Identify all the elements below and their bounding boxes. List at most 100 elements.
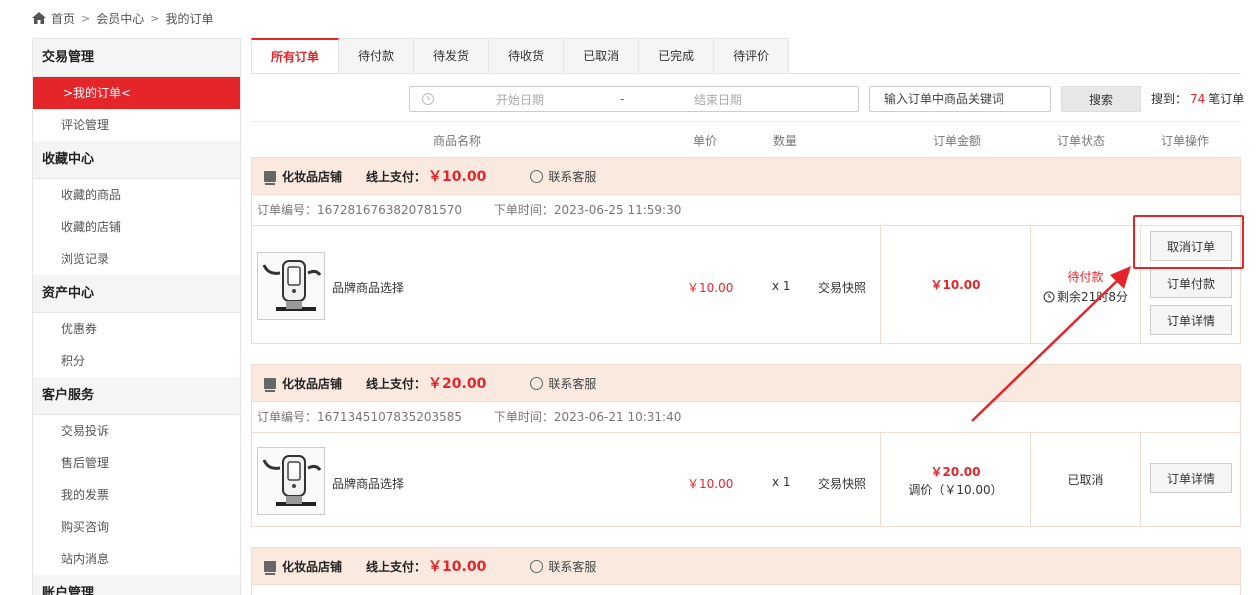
sidebar-item-my-orders[interactable]: >我的订单< bbox=[33, 77, 240, 109]
order-item-row: 品牌商品选择 ￥10.00 x 1 交易快照 ￥10.00 待付款 剩余21时8… bbox=[252, 226, 1240, 343]
shop-name[interactable]: 化妆品店铺 bbox=[282, 558, 342, 575]
sidebar-group-favorites: 收藏中心 bbox=[33, 141, 240, 179]
result-prefix: 搜到： bbox=[1151, 92, 1188, 106]
product-thumbnail[interactable] bbox=[257, 252, 325, 320]
tab-completed[interactable]: 已完成 bbox=[639, 38, 715, 74]
product-image-icon bbox=[262, 260, 322, 311]
search-result-count: 搜到： 74 笔订单 bbox=[1151, 86, 1244, 112]
product-name[interactable]: 品牌商品选择 bbox=[332, 475, 404, 492]
end-date-input[interactable]: 结束日期 bbox=[694, 91, 742, 108]
payment-amount: ￥20.00 bbox=[428, 376, 487, 392]
sidebar-item-coupons[interactable]: 优惠券 bbox=[33, 313, 240, 345]
trade-snapshot-link[interactable]: 交易快照 bbox=[818, 279, 866, 296]
payment-amount: ￥10.00 bbox=[428, 169, 487, 185]
sidebar-item-invoices[interactable]: 我的发票 bbox=[33, 479, 240, 511]
order-shop-bar: 化妆品店铺 线上支付： ￥20.00 联系客服 bbox=[252, 365, 1240, 402]
price-adjustment: 调价（￥10.00） bbox=[908, 483, 1003, 497]
order-status: 待付款 bbox=[1067, 270, 1104, 284]
product-thumbnail[interactable] bbox=[257, 447, 325, 515]
contact-service-label: 联系客服 bbox=[548, 559, 597, 574]
breadcrumb-separator: > bbox=[81, 11, 91, 25]
payment-label: 线上支付： bbox=[366, 559, 427, 574]
home-icon bbox=[32, 12, 46, 24]
sidebar-item-history[interactable]: 浏览记录 bbox=[33, 243, 240, 275]
sidebar-item-points[interactable]: 积分 bbox=[33, 345, 240, 377]
contact-service-link[interactable]: 联系客服 bbox=[530, 558, 596, 575]
headset-icon bbox=[530, 376, 544, 390]
tab-pending-shipment[interactable]: 待发货 bbox=[414, 38, 490, 74]
shop-icon bbox=[264, 170, 276, 185]
sidebar-group-assets: 资产中心 bbox=[33, 275, 240, 313]
order-card: 化妆品店铺 线上支付： ￥20.00 联系客服 订单编号：16713451078… bbox=[251, 364, 1241, 527]
sidebar-item-fav-shops[interactable]: 收藏的店铺 bbox=[33, 211, 240, 243]
trade-snapshot-link[interactable]: 交易快照 bbox=[818, 475, 866, 492]
sidebar-item-messages[interactable]: 站内消息 bbox=[33, 543, 240, 575]
col-order-status: 订单状态 bbox=[1057, 134, 1106, 148]
sidebar-group-service: 客户服务 bbox=[33, 377, 240, 415]
tab-pending-payment[interactable]: 待付款 bbox=[339, 38, 415, 74]
tab-pending-receipt[interactable]: 待收货 bbox=[489, 38, 565, 74]
order-shop-bar: 化妆品店铺 线上支付： ￥10.00 联系客服 bbox=[252, 158, 1240, 195]
breadcrumb-separator: > bbox=[150, 11, 160, 25]
sidebar: 交易管理 >我的订单< 评论管理 收藏中心 收藏的商品 收藏的店铺 浏览记录 资… bbox=[32, 38, 241, 595]
timer-icon bbox=[1043, 291, 1055, 302]
contact-service-label: 联系客服 bbox=[548, 376, 597, 391]
col-order-amount: 订单金额 bbox=[933, 134, 982, 148]
keyword-search-input[interactable] bbox=[869, 86, 1051, 112]
pay-order-button[interactable]: 订单付款 bbox=[1150, 268, 1232, 298]
tab-all-orders[interactable]: 所有订单 bbox=[251, 38, 340, 74]
sidebar-item-inquiries[interactable]: 购买咨询 bbox=[33, 511, 240, 543]
order-time: 下单时间：2023-06-21 10:31:40 bbox=[493, 410, 682, 424]
shop-icon bbox=[264, 560, 276, 575]
payment-label: 线上支付： bbox=[366, 376, 427, 391]
unit-price: ￥10.00 bbox=[687, 477, 734, 491]
quantity: x 1 bbox=[772, 475, 791, 489]
payment-label: 线上支付： bbox=[366, 169, 427, 184]
sidebar-item-after-sales[interactable]: 售后管理 bbox=[33, 447, 240, 479]
sidebar-group-account: 账户管理 bbox=[33, 575, 240, 595]
shop-name[interactable]: 化妆品店铺 bbox=[282, 168, 342, 185]
order-table-header: 商品名称 单价 数量 订单金额 订单状态 订单操作 bbox=[251, 121, 1241, 157]
result-number: 74 bbox=[1190, 92, 1206, 106]
payment-amount: ￥10.00 bbox=[428, 559, 487, 575]
order-tabs: 所有订单 待付款 待发货 待收货 已取消 已完成 待评价 bbox=[251, 38, 790, 74]
clock-icon bbox=[422, 93, 434, 105]
col-order-actions: 订单操作 bbox=[1161, 134, 1210, 148]
product-image-icon bbox=[262, 455, 322, 506]
shop-name[interactable]: 化妆品店铺 bbox=[282, 375, 342, 392]
headset-icon bbox=[530, 559, 544, 573]
order-number: 订单编号：1672816763820781570 bbox=[257, 203, 463, 217]
order-total: ￥20.00 bbox=[930, 465, 981, 479]
breadcrumb: 首页 > 会员中心 > 我的订单 bbox=[32, 8, 213, 28]
breadcrumb-member-center[interactable]: 会员中心 bbox=[96, 10, 144, 27]
date-range-picker[interactable]: 开始日期 - 结束日期 bbox=[409, 86, 859, 112]
tab-pending-review[interactable]: 待评价 bbox=[714, 38, 790, 74]
order-number: 订单编号：1671345107835203585 bbox=[257, 410, 463, 424]
contact-service-label: 联系客服 bbox=[548, 169, 597, 184]
tabs-divider bbox=[251, 73, 1241, 74]
unit-price: ￥10.00 bbox=[687, 281, 734, 295]
start-date-input[interactable]: 开始日期 bbox=[496, 91, 544, 108]
shop-icon bbox=[264, 377, 276, 392]
order-shop-bar: 化妆品店铺 线上支付： ￥10.00 联系客服 bbox=[252, 548, 1240, 585]
tab-cancelled[interactable]: 已取消 bbox=[564, 38, 640, 74]
sidebar-item-fav-products[interactable]: 收藏的商品 bbox=[33, 179, 240, 211]
order-detail-button[interactable]: 订单详情 bbox=[1150, 463, 1232, 493]
product-name[interactable]: 品牌商品选择 bbox=[332, 279, 404, 296]
order-total: ￥10.00 bbox=[930, 278, 981, 292]
order-meta: 订单编号：1672816763820781570 下单时间：2023-06-25… bbox=[252, 195, 1240, 226]
sidebar-item-complaints[interactable]: 交易投诉 bbox=[33, 415, 240, 447]
sidebar-item-reviews[interactable]: 评论管理 bbox=[33, 109, 240, 141]
contact-service-link[interactable]: 联系客服 bbox=[530, 375, 596, 392]
col-quantity: 数量 bbox=[773, 134, 798, 148]
order-status: 已取消 bbox=[1067, 473, 1104, 487]
date-range-dash: - bbox=[620, 92, 625, 106]
search-button[interactable]: 搜索 bbox=[1061, 86, 1141, 112]
order-card: 化妆品店铺 线上支付： ￥10.00 联系客服 订单编号：16728167638… bbox=[251, 157, 1241, 344]
col-unit-price: 单价 bbox=[693, 134, 718, 148]
contact-service-link[interactable]: 联系客服 bbox=[530, 168, 596, 185]
order-detail-button[interactable]: 订单详情 bbox=[1150, 305, 1232, 335]
order-actions: 订单详情 bbox=[1141, 463, 1241, 500]
breadcrumb-home[interactable]: 首页 bbox=[51, 10, 75, 27]
col-product-name: 商品名称 bbox=[433, 134, 482, 148]
